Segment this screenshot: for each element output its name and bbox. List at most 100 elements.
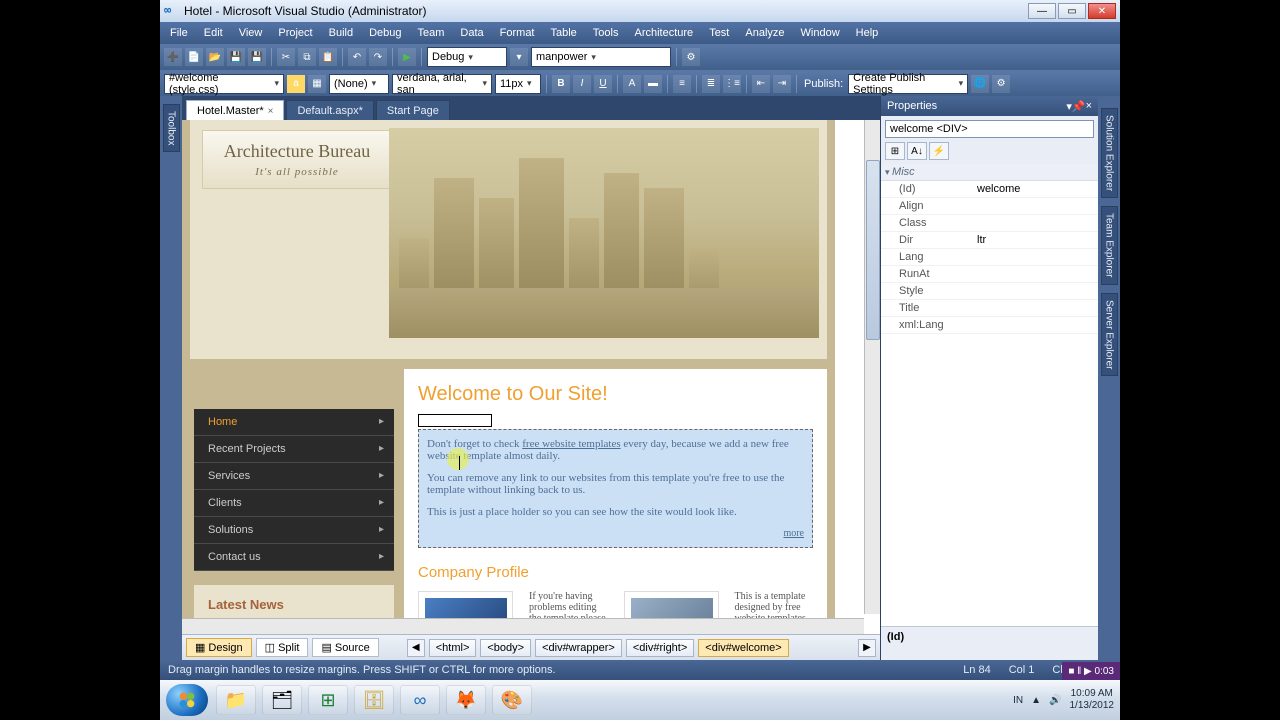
prop-value[interactable] <box>973 198 1098 214</box>
server-explorer-tab[interactable]: Server Explorer <box>1101 293 1118 376</box>
nav-solutions[interactable]: Solutions <box>194 517 394 544</box>
menu-analyze[interactable]: Analyze <box>737 25 792 41</box>
start-debug-icon[interactable]: ▶ <box>398 48 416 66</box>
publish-combo[interactable]: Create Publish Settings <box>848 74 968 94</box>
properties-grid[interactable]: Misc (Id)welcomeAlignClassDirltrLangRunA… <box>881 164 1098 626</box>
rule-combo[interactable]: (None) <box>329 74 389 94</box>
nav-home[interactable]: Home <box>194 409 394 436</box>
indent-icon[interactable]: ⇥ <box>773 75 791 93</box>
minimize-button[interactable]: — <box>1028 3 1056 19</box>
system-clock[interactable]: 10:09 AM1/13/2012 <box>1070 688 1115 712</box>
numbered-list-icon[interactable]: ≣ <box>702 75 720 93</box>
config-combo[interactable]: Debug <box>427 47 507 67</box>
publish-icon[interactable]: 🌐 <box>971 75 989 93</box>
excel-icon[interactable]: ⊞ <box>308 685 348 715</box>
save-all-icon[interactable]: 💾 <box>248 48 266 66</box>
menu-view[interactable]: View <box>231 25 271 41</box>
paste-icon[interactable]: 📋 <box>319 48 337 66</box>
extension-icon[interactable]: ⚙ <box>682 48 700 66</box>
nav-contact[interactable]: Contact us <box>194 544 394 571</box>
split-view-button[interactable]: ◫ Split <box>256 638 309 657</box>
maximize-button[interactable]: ▭ <box>1058 3 1086 19</box>
prop-value[interactable] <box>973 249 1098 265</box>
prop-value[interactable]: welcome <box>973 181 1098 197</box>
tab-default-aspx[interactable]: Default.aspx* <box>286 100 373 120</box>
css-selector-combo[interactable]: #welcome (style.css) <box>164 74 284 94</box>
italic-icon[interactable]: I <box>573 75 591 93</box>
tray-flag-icon[interactable]: ▲ <box>1031 695 1041 706</box>
panel-pin-icon[interactable]: 📌 <box>1072 100 1086 113</box>
paint-icon[interactable]: 🎨 <box>492 685 532 715</box>
tray-network-icon[interactable]: 🔊 <box>1049 695 1061 706</box>
bold-icon[interactable]: B <box>552 75 570 93</box>
solution-explorer-tab[interactable]: Solution Explorer <box>1101 108 1118 198</box>
menu-debug[interactable]: Debug <box>361 25 409 41</box>
bc-right[interactable]: <div#right> <box>626 639 694 657</box>
copy-icon[interactable]: ⧉ <box>298 48 316 66</box>
publish-settings-icon[interactable]: ⚙ <box>992 75 1010 93</box>
nav-clients[interactable]: Clients <box>194 490 394 517</box>
categorized-icon[interactable]: ⊞ <box>885 142 905 160</box>
close-tab-icon[interactable]: × <box>268 106 274 117</box>
undo-icon[interactable]: ↶ <box>348 48 366 66</box>
menu-file[interactable]: File <box>162 25 196 41</box>
bc-body[interactable]: <body> <box>480 639 531 657</box>
cut-icon[interactable]: ✂ <box>277 48 295 66</box>
lang-indicator[interactable]: IN <box>1013 695 1023 706</box>
menu-build[interactable]: Build <box>321 25 361 41</box>
designer-surface[interactable]: Architecture Bureau It's all possible <box>182 120 880 634</box>
platform-icon[interactable]: ▾ <box>510 48 528 66</box>
menu-edit[interactable]: Edit <box>196 25 231 41</box>
screen-recorder-bar[interactable]: ■ ‖ ▶ 0:03 <box>1062 662 1120 680</box>
prop-value[interactable] <box>973 266 1098 282</box>
new-project-icon[interactable]: ➕ <box>164 48 182 66</box>
prop-value[interactable] <box>973 317 1098 333</box>
menu-architecture[interactable]: Architecture <box>626 25 701 41</box>
find-combo[interactable]: manpower <box>531 47 671 67</box>
design-view-button[interactable]: ▦ Design <box>186 638 252 657</box>
menu-help[interactable]: Help <box>848 25 887 41</box>
save-icon[interactable]: 💾 <box>227 48 245 66</box>
menu-team[interactable]: Team <box>410 25 453 41</box>
horizontal-scrollbar[interactable] <box>182 618 864 634</box>
menu-test[interactable]: Test <box>701 25 737 41</box>
breadcrumb-prev-icon[interactable]: ◀ <box>407 639 425 657</box>
source-view-button[interactable]: ▤ Source <box>312 638 378 657</box>
prop-value[interactable] <box>973 300 1098 316</box>
font-family-combo[interactable]: verdana, arial, san <box>392 74 492 94</box>
backcolor-icon[interactable]: ▬ <box>644 75 662 93</box>
folder-icon[interactable]: 🗂 <box>262 685 302 715</box>
close-button[interactable]: ✕ <box>1088 3 1116 19</box>
font-size-combo[interactable]: 11px <box>495 74 541 94</box>
redo-icon[interactable]: ↷ <box>369 48 387 66</box>
menu-data[interactable]: Data <box>452 25 491 41</box>
tab-start-page[interactable]: Start Page <box>376 100 450 120</box>
nav-services[interactable]: Services <box>194 463 394 490</box>
menu-tools[interactable]: Tools <box>585 25 627 41</box>
vertical-scrollbar[interactable] <box>864 120 880 614</box>
underline-icon[interactable]: U <box>594 75 612 93</box>
prop-value[interactable]: ltr <box>973 232 1098 248</box>
firefox-icon[interactable]: 🦊 <box>446 685 486 715</box>
events-icon[interactable]: ⚡ <box>929 142 949 160</box>
bullet-list-icon[interactable]: ⋮≡ <box>723 75 741 93</box>
bc-wrapper[interactable]: <div#wrapper> <box>535 639 622 657</box>
prop-value[interactable] <box>973 283 1098 299</box>
show-overlay-icon[interactable]: ▦ <box>308 75 326 93</box>
toolbox-tab[interactable]: Toolbox <box>163 104 180 152</box>
explorer-icon[interactable]: 📁 <box>216 685 256 715</box>
titlebar[interactable]: ∞ Hotel - Microsoft Visual Studio (Admin… <box>160 0 1120 22</box>
bc-html[interactable]: <html> <box>429 639 477 657</box>
breadcrumb-next-icon[interactable]: ▶ <box>858 639 876 657</box>
sql-icon[interactable]: 🗄 <box>354 685 394 715</box>
bc-welcome[interactable]: <div#welcome> <box>698 639 788 657</box>
target-rule-icon[interactable]: a <box>287 75 305 93</box>
prop-value[interactable] <box>973 215 1098 231</box>
alphabetical-icon[interactable]: A↓ <box>907 142 927 160</box>
properties-selector[interactable]: welcome <DIV> <box>885 120 1094 138</box>
open-icon[interactable]: 📂 <box>206 48 224 66</box>
team-explorer-tab[interactable]: Team Explorer <box>1101 206 1118 284</box>
menu-window[interactable]: Window <box>793 25 848 41</box>
forecolor-icon[interactable]: A <box>623 75 641 93</box>
menu-project[interactable]: Project <box>270 25 320 41</box>
